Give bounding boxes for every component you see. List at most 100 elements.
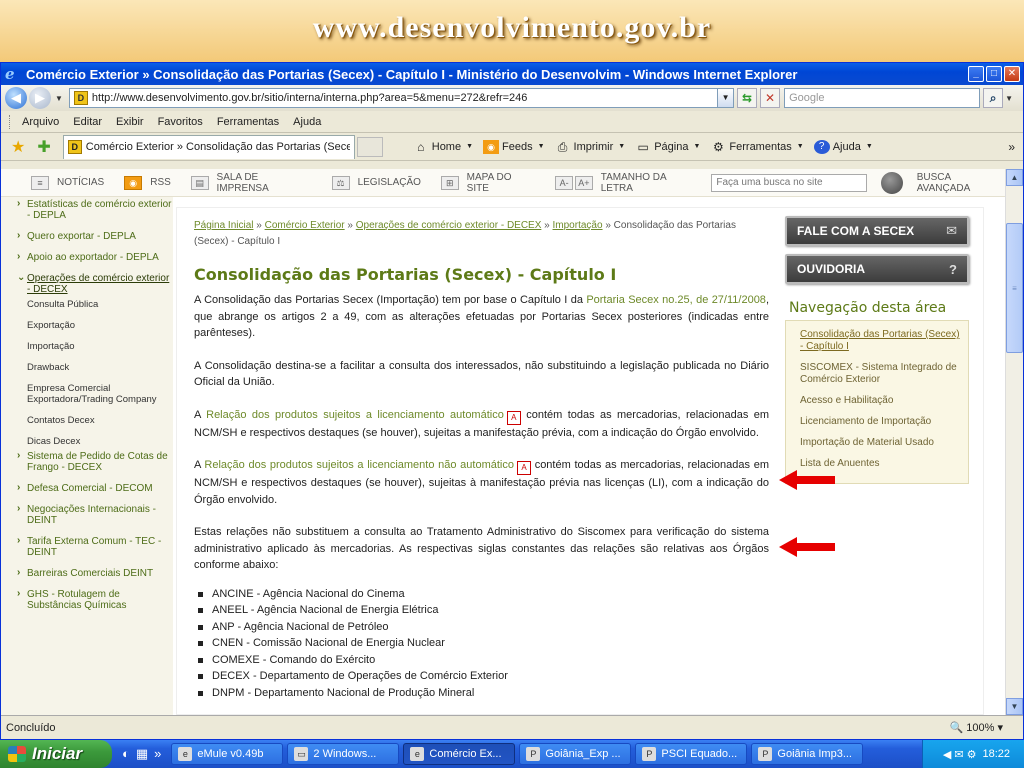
sidebar-sub-importacao[interactable]: Importação — [15, 341, 173, 352]
sidebar-item-statistics[interactable]: Estatísticas de comércio exterior - DEPL… — [15, 198, 173, 221]
site-search-button[interactable] — [881, 171, 903, 194]
advanced-search-link[interactable]: BUSCA AVANÇADA — [917, 172, 1005, 194]
maximize-button[interactable]: □ — [986, 66, 1002, 82]
sidebar-item-decom[interactable]: Defesa Comercial - DECOM — [15, 482, 173, 494]
font-size-controls: A- A+ TAMANHO DA LETRA — [555, 172, 699, 194]
topnav-news[interactable]: ≡ NOTÍCIAS — [31, 175, 104, 190]
stop-button[interactable]: ✕ — [760, 88, 781, 108]
area-nav-item-anuentes[interactable]: Lista de Anuentes — [800, 458, 960, 470]
sidebar-item-tec[interactable]: Tarifa Externa Comum - TEC - DEINT — [15, 535, 173, 558]
sidebar-item-exporter-support[interactable]: Apoio ao exportador - DEPLA — [15, 251, 173, 263]
task-psci[interactable]: P PSCI Equado... — [635, 743, 748, 765]
forward-button[interactable]: ▶ — [29, 87, 51, 109]
print-command[interactable]: ⎙ Imprimir ▼ — [555, 140, 625, 154]
topnav-legislation[interactable]: ⚖ LEGISLAÇÃO — [331, 175, 421, 190]
tools-dropdown-icon[interactable]: ▼ — [797, 143, 804, 150]
print-dropdown-icon[interactable]: ▼ — [618, 143, 625, 150]
address-input[interactable]: http://www.desenvolvimento.gov.br/sitio/… — [92, 92, 717, 104]
font-decrease-button[interactable]: A- — [555, 175, 573, 190]
feeds-command[interactable]: ◉ Feeds ▼ — [483, 139, 545, 154]
sidebar-sub-dicas[interactable]: Dicas Decex — [15, 436, 173, 447]
help-dropdown-icon[interactable]: ▼ — [866, 143, 873, 150]
task-emule[interactable]: e eMule v0.49b — [171, 743, 284, 765]
portaria-link[interactable]: Portaria Secex no.25, de 27/11/2008 — [586, 294, 766, 306]
breadcrumb-home[interactable]: Página Inicial — [194, 220, 253, 231]
sidebar-sub-trading[interactable]: Empresa Comercial Exportadora/Trading Co… — [15, 383, 173, 405]
topnav-sitemap[interactable]: ⊞ MAPA DO SITE — [440, 172, 535, 194]
scroll-up-button[interactable]: ▲ — [1006, 169, 1023, 186]
home-dropdown-icon[interactable]: ▼ — [466, 143, 473, 150]
history-dropdown-icon[interactable]: ▼ — [55, 94, 63, 103]
area-nav-item-consolidation[interactable]: Consolidação das Portarias (Secex) - Cap… — [800, 329, 960, 353]
task-windows-group[interactable]: ▭ 2 Windows... — [287, 743, 400, 765]
start-button[interactable]: Iniciar — [0, 740, 112, 768]
sidebar-item-quotas[interactable]: Sistema de Pedido de Cotas de Frango - D… — [15, 450, 173, 473]
sidebar-item-negotiations[interactable]: Negociações Internacionais - DEINT — [15, 503, 173, 526]
ombudsman-button[interactable]: OUVIDORIA? — [785, 254, 969, 284]
tools-command[interactable]: ⚙ Ferramentas ▼ — [710, 140, 804, 154]
vertical-scrollbar[interactable]: ▲ ≡ ▼ — [1005, 169, 1023, 715]
sidebar-item-want-export[interactable]: Quero exportar - DEPLA — [15, 230, 173, 242]
font-increase-button[interactable]: A+ — [575, 175, 593, 190]
search-options-icon[interactable]: ▼ — [1005, 94, 1013, 103]
menu-ferramentas[interactable]: Ferramentas — [217, 116, 279, 128]
address-dropdown-icon[interactable]: ▼ — [717, 89, 734, 107]
menu-exibir[interactable]: Exibir — [116, 116, 144, 128]
task-goiania-exp[interactable]: P Goiânia_Exp ... — [519, 743, 632, 765]
breadcrumb-import[interactable]: Importação — [553, 220, 603, 231]
menu-editar[interactable]: Editar — [73, 116, 102, 128]
home-command[interactable]: ⌂ Home ▼ — [413, 140, 473, 154]
add-favorite-icon[interactable]: ✚ — [37, 137, 50, 157]
chevron-more-icon[interactable]: » — [1008, 140, 1015, 154]
refresh-button[interactable]: ⇆ — [737, 88, 758, 108]
non-automatic-licensing-link[interactable]: Relação dos produtos sujeitos a licencia… — [204, 459, 514, 471]
quicklaunch-more-icon[interactable]: » — [154, 746, 161, 762]
area-nav-item-siscomex[interactable]: SISCOMEX - Sistema Integrado de Comércio… — [800, 362, 960, 386]
contact-secex-button[interactable]: FALE COM A SECEX ✉ — [785, 216, 969, 246]
sidebar-sub-drawback[interactable]: Drawback — [15, 362, 173, 373]
address-bar[interactable]: D http://www.desenvolvimento.gov.br/siti… — [68, 88, 735, 108]
new-tab-button[interactable] — [356, 136, 383, 157]
page-command[interactable]: ▭ Página ▼ — [635, 140, 701, 154]
scroll-down-button[interactable]: ▼ — [1006, 698, 1023, 715]
active-tab[interactable]: D Comércio Exterior » Consolidação das P… — [62, 134, 355, 159]
sidebar-sub-consulta[interactable]: Consulta Pública — [15, 299, 173, 310]
help-command[interactable]: ? Ajuda ▼ — [813, 139, 873, 154]
back-button[interactable]: ◀ — [5, 87, 27, 109]
sidebar-item-ghs[interactable]: GHS - Rotulagem de Substâncias Químicas — [15, 588, 173, 611]
site-search-input[interactable]: Faça uma busca no site — [711, 173, 868, 192]
area-nav-item-used-material[interactable]: Importação de Material Usado — [800, 437, 960, 449]
area-nav-item-access[interactable]: Acesso e Habilitação — [800, 395, 960, 407]
tray-icons[interactable]: ◀ ✉ ⚙ — [943, 748, 977, 761]
minimize-button[interactable]: _ — [968, 66, 984, 82]
topnav-rss[interactable]: ◉ RSS — [124, 175, 171, 190]
explorer-quicklaunch-icon[interactable]: ▦ — [136, 746, 148, 762]
area-nav-item-licensing[interactable]: Licenciamento de Importação — [800, 416, 960, 428]
zoom-level[interactable]: 🔍 100% ▾ — [950, 721, 1003, 734]
scroll-thumb[interactable]: ≡ — [1006, 223, 1023, 353]
search-button[interactable]: ⌕ — [983, 88, 1004, 108]
sidebar-item-operations[interactable]: Operações de comércio exterior - DECEX — [15, 272, 173, 295]
ie-quicklaunch-icon[interactable]: ◐ — [122, 746, 130, 762]
sidebar-sub-contatos[interactable]: Contatos Decex — [15, 415, 173, 426]
sidebar-sub-exportacao[interactable]: Exportação — [15, 320, 173, 331]
topnav-press[interactable]: ▤ SALA DE IMPRENSA — [190, 172, 312, 194]
breadcrumb-foreign-trade[interactable]: Comércio Exterior — [265, 220, 345, 231]
feeds-dropdown-icon[interactable]: ▼ — [538, 143, 545, 150]
breadcrumb-operations[interactable]: Operações de comércio exterior - DECEX — [356, 220, 542, 231]
menu-favoritos[interactable]: Favoritos — [158, 116, 203, 128]
clock[interactable]: 18:22 — [982, 748, 1010, 760]
page-dropdown-icon[interactable]: ▼ — [693, 143, 700, 150]
paragraph-2: A Consolidação destina-se a facilitar a … — [194, 359, 769, 389]
sidebar-item-barriers[interactable]: Barreiras Comerciais DEINT — [15, 567, 173, 579]
pdf-icon[interactable]: A — [517, 461, 531, 475]
automatic-licensing-link[interactable]: Relação dos produtos sujeitos a licencia… — [206, 409, 504, 421]
close-button[interactable]: ✕ — [1004, 66, 1020, 82]
task-goiania-imp[interactable]: P Goiânia Imp3... — [751, 743, 864, 765]
pdf-icon[interactable]: A — [506, 410, 521, 425]
search-input[interactable]: Google — [784, 88, 981, 108]
menu-arquivo[interactable]: Arquivo — [22, 116, 59, 128]
menu-ajuda[interactable]: Ajuda — [293, 116, 321, 128]
task-ie-active[interactable]: e Comércio Ex... — [403, 743, 516, 765]
favorites-star-icon[interactable]: ★ — [11, 137, 25, 157]
